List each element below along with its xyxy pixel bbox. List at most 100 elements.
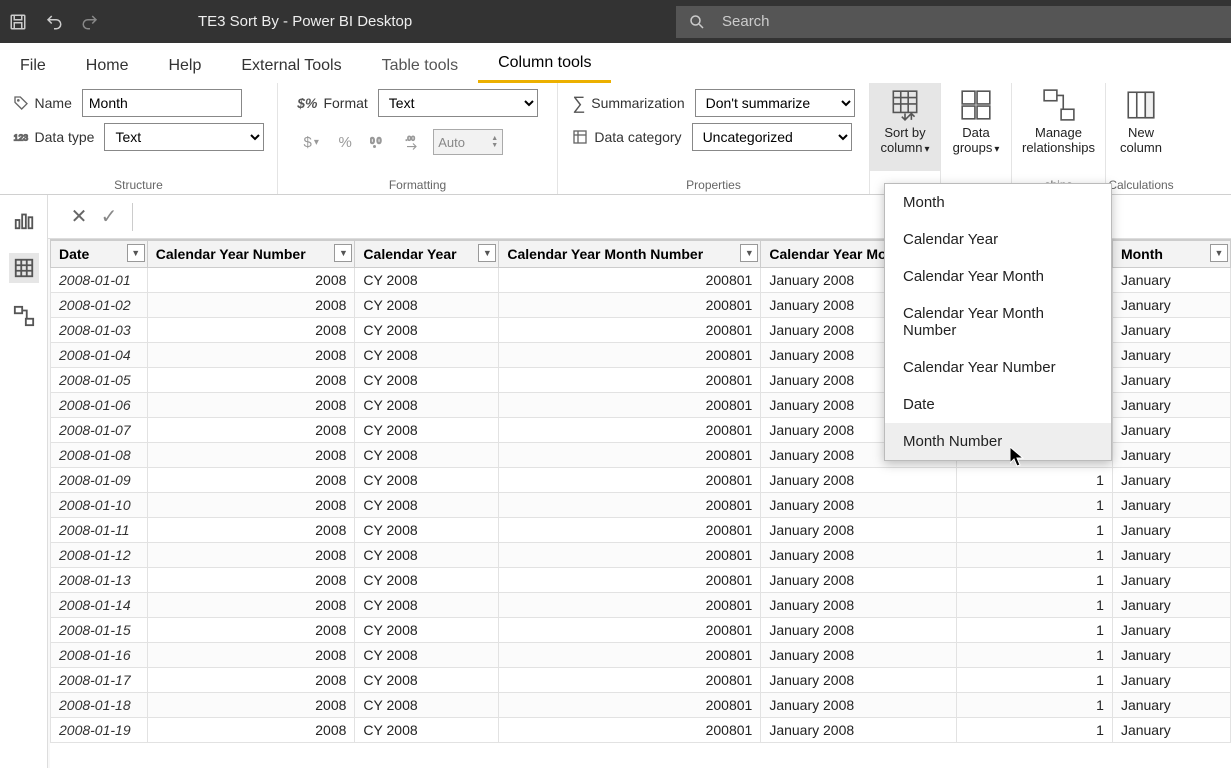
sort-menu-item[interactable]: Calendar Year Month Number bbox=[885, 295, 1111, 349]
table-row[interactable]: 2008-01-142008CY 2008200801January 20081… bbox=[51, 593, 1231, 618]
table-cell[interactable]: January bbox=[1112, 668, 1230, 693]
table-cell[interactable]: 200801 bbox=[499, 693, 761, 718]
table-cell[interactable]: 1 bbox=[957, 543, 1113, 568]
sort-menu-item[interactable]: Calendar Year bbox=[885, 221, 1111, 258]
table-cell[interactable]: 2008 bbox=[147, 318, 355, 343]
table-cell[interactable]: 1 bbox=[957, 468, 1113, 493]
format-select[interactable]: Text bbox=[378, 89, 538, 117]
table-cell[interactable]: 2008-01-17 bbox=[51, 668, 148, 693]
data-groups-button[interactable]: Datagroups▾ bbox=[941, 83, 1011, 171]
table-cell[interactable]: 200801 bbox=[499, 318, 761, 343]
table-cell[interactable]: January bbox=[1112, 643, 1230, 668]
table-row[interactable]: 2008-01-172008CY 2008200801January 20081… bbox=[51, 668, 1231, 693]
table-cell[interactable]: CY 2008 bbox=[355, 368, 499, 393]
undo-icon[interactable] bbox=[36, 0, 72, 43]
table-cell[interactable]: 200801 bbox=[499, 268, 761, 293]
table-cell[interactable]: January 2008 bbox=[761, 493, 957, 518]
table-cell[interactable]: CY 2008 bbox=[355, 318, 499, 343]
table-cell[interactable]: 1 bbox=[957, 568, 1113, 593]
table-cell[interactable]: 2008 bbox=[147, 343, 355, 368]
table-cell[interactable]: January bbox=[1112, 393, 1230, 418]
table-cell[interactable]: January 2008 bbox=[761, 693, 957, 718]
table-cell[interactable]: CY 2008 bbox=[355, 468, 499, 493]
table-cell[interactable]: 2008 bbox=[147, 618, 355, 643]
data-type-select[interactable]: Text bbox=[104, 123, 264, 151]
table-cell[interactable]: 2008-01-14 bbox=[51, 593, 148, 618]
table-cell[interactable]: CY 2008 bbox=[355, 443, 499, 468]
table-row[interactable]: 2008-01-112008CY 2008200801January 20081… bbox=[51, 518, 1231, 543]
table-cell[interactable]: CY 2008 bbox=[355, 393, 499, 418]
sort-menu-item[interactable]: Month Number bbox=[885, 423, 1111, 460]
table-cell[interactable]: CY 2008 bbox=[355, 418, 499, 443]
table-cell[interactable]: 2008-01-04 bbox=[51, 343, 148, 368]
search-box[interactable]: Search bbox=[676, 6, 1231, 38]
table-cell[interactable]: CY 2008 bbox=[355, 718, 499, 743]
table-cell[interactable]: 2008-01-02 bbox=[51, 293, 148, 318]
column-filter-dropdown[interactable]: ▼ bbox=[1210, 244, 1228, 262]
column-header[interactable]: Calendar Year Month Number▼ bbox=[499, 241, 761, 268]
model-view-button[interactable] bbox=[9, 301, 39, 331]
table-cell[interactable]: January bbox=[1112, 443, 1230, 468]
manage-relationships-button[interactable]: Managerelationships bbox=[1012, 83, 1105, 171]
decrease-decimal-button[interactable]: .00 bbox=[399, 129, 427, 155]
tab-help[interactable]: Help bbox=[148, 47, 221, 83]
table-cell[interactable]: 2008 bbox=[147, 293, 355, 318]
table-cell[interactable]: 200801 bbox=[499, 543, 761, 568]
column-header[interactable]: Date▼ bbox=[51, 241, 148, 268]
table-cell[interactable]: January 2008 bbox=[761, 668, 957, 693]
table-cell[interactable]: 200801 bbox=[499, 718, 761, 743]
table-row[interactable]: 2008-01-132008CY 2008200801January 20081… bbox=[51, 568, 1231, 593]
table-cell[interactable]: 200801 bbox=[499, 368, 761, 393]
tab-home[interactable]: Home bbox=[66, 47, 149, 83]
percent-button[interactable]: % bbox=[331, 129, 359, 155]
name-input[interactable] bbox=[82, 89, 242, 117]
table-cell[interactable]: 1 bbox=[957, 593, 1113, 618]
table-cell[interactable]: 1 bbox=[957, 668, 1113, 693]
table-cell[interactable]: 200801 bbox=[499, 418, 761, 443]
table-cell[interactable]: January bbox=[1112, 293, 1230, 318]
table-cell[interactable]: January bbox=[1112, 618, 1230, 643]
table-cell[interactable]: 2008-01-07 bbox=[51, 418, 148, 443]
table-cell[interactable]: 2008-01-15 bbox=[51, 618, 148, 643]
table-cell[interactable]: January bbox=[1112, 593, 1230, 618]
table-cell[interactable]: 2008 bbox=[147, 718, 355, 743]
table-cell[interactable]: 1 bbox=[957, 643, 1113, 668]
table-cell[interactable]: 1 bbox=[957, 518, 1113, 543]
table-cell[interactable]: 2008-01-11 bbox=[51, 518, 148, 543]
table-cell[interactable]: January bbox=[1112, 543, 1230, 568]
table-cell[interactable]: 2008-01-12 bbox=[51, 543, 148, 568]
sort-by-column-button[interactable]: Sort bycolumn▾ bbox=[870, 83, 940, 171]
column-filter-dropdown[interactable]: ▼ bbox=[127, 244, 145, 262]
table-cell[interactable]: 2008-01-09 bbox=[51, 468, 148, 493]
data-view-button[interactable] bbox=[9, 253, 39, 283]
table-cell[interactable]: January bbox=[1112, 318, 1230, 343]
table-cell[interactable]: January bbox=[1112, 368, 1230, 393]
table-cell[interactable]: January bbox=[1112, 693, 1230, 718]
tab-table-tools[interactable]: Table tools bbox=[362, 47, 479, 83]
tab-column-tools[interactable]: Column tools bbox=[478, 44, 611, 83]
table-cell[interactable]: CY 2008 bbox=[355, 668, 499, 693]
table-cell[interactable]: January bbox=[1112, 718, 1230, 743]
table-cell[interactable]: 2008 bbox=[147, 493, 355, 518]
table-cell[interactable]: 2008-01-18 bbox=[51, 693, 148, 718]
table-row[interactable]: 2008-01-162008CY 2008200801January 20081… bbox=[51, 643, 1231, 668]
new-column-button[interactable]: Newcolumn bbox=[1106, 83, 1176, 171]
table-cell[interactable]: 200801 bbox=[499, 518, 761, 543]
redo-icon[interactable] bbox=[72, 0, 108, 43]
column-filter-dropdown[interactable]: ▼ bbox=[334, 244, 352, 262]
column-header[interactable]: Month▼ bbox=[1112, 241, 1230, 268]
table-cell[interactable]: CY 2008 bbox=[355, 293, 499, 318]
table-cell[interactable]: 2008-01-03 bbox=[51, 318, 148, 343]
table-cell[interactable]: 2008-01-10 bbox=[51, 493, 148, 518]
table-cell[interactable]: 2008 bbox=[147, 393, 355, 418]
table-cell[interactable]: 1 bbox=[957, 718, 1113, 743]
report-view-button[interactable] bbox=[9, 205, 39, 235]
table-cell[interactable]: CY 2008 bbox=[355, 493, 499, 518]
table-cell[interactable]: January bbox=[1112, 568, 1230, 593]
table-cell[interactable]: January 2008 bbox=[761, 543, 957, 568]
table-cell[interactable]: CY 2008 bbox=[355, 643, 499, 668]
column-filter-dropdown[interactable]: ▼ bbox=[740, 244, 758, 262]
column-header[interactable]: Calendar Year Number▼ bbox=[147, 241, 355, 268]
table-row[interactable]: 2008-01-192008CY 2008200801January 20081… bbox=[51, 718, 1231, 743]
table-cell[interactable]: January bbox=[1112, 343, 1230, 368]
